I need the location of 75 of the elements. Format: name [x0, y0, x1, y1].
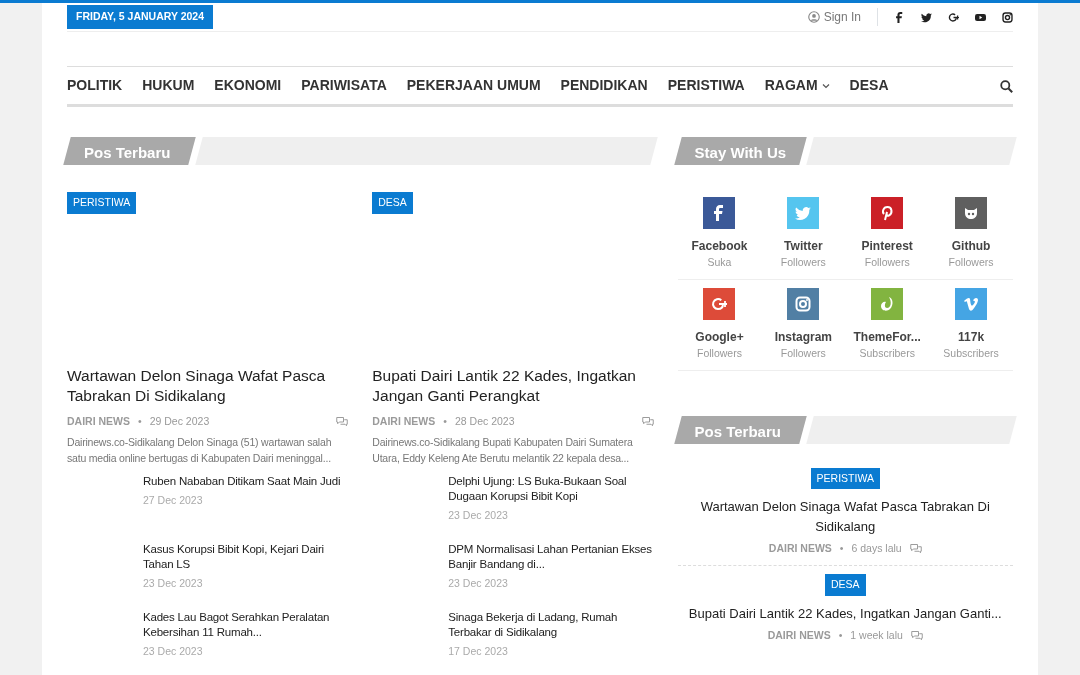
post-title[interactable]: Kades Lau Bagot Serahkan Peralatan Kebersihan 11 Rumah... — [143, 609, 349, 640]
post-title[interactable]: Sinaga Bekerja di Ladang, Rumah Terbakar di Sidikalang — [448, 609, 654, 640]
post-date: 23 Dec 2023 — [448, 507, 509, 523]
github-icon[interactable] — [955, 197, 988, 229]
nav-link[interactable]: RAGAM — [754, 75, 840, 96]
comment-icon[interactable] — [641, 415, 654, 428]
user-icon — [807, 11, 820, 23]
bullet-dot: • — [838, 627, 843, 643]
post-date: 23 Dec 2023 — [143, 643, 204, 659]
nav-link[interactable]: PEKERJAAN UMUM — [396, 75, 551, 96]
post-title[interactable]: Kasus Korupsi Bibit Kopi, Kejari Dairi Tahan LS — [143, 541, 349, 572]
post-date: 27 Dec 2023 — [143, 492, 204, 508]
twitter-icon[interactable] — [921, 11, 932, 23]
pinterest-icon[interactable] — [871, 197, 904, 229]
post-date: 29 Dec 2023 — [149, 413, 210, 429]
comment-icon[interactable] — [910, 629, 923, 642]
social-name: ThemeFor... — [853, 328, 921, 346]
post-date: 23 Dec 2023 — [448, 575, 509, 591]
social-name: Pinterest — [861, 238, 913, 255]
nav-link[interactable]: PERISTIWA — [657, 75, 755, 96]
social-name: Instagram — [774, 328, 832, 346]
bullet-dot: • — [839, 541, 844, 557]
category-label[interactable]: PERISTIWA — [810, 467, 880, 490]
post-date: 28 Dec 2023 — [454, 413, 515, 429]
social-label: Followers — [780, 345, 826, 361]
post-title[interactable]: Wartawan Delon Sinaga Wafat Pasca Tabrakan Di Sidikalang — [67, 365, 349, 406]
date-label: FRIDAY, 5 JANUARY 2024 — [67, 5, 213, 29]
category-label[interactable]: DESA — [824, 574, 866, 596]
post-title[interactable]: Delphi Ujung: LS Buka-Bukaan Soal Dugaan Korupsi Bibit Kopi — [448, 473, 654, 504]
instagram-icon[interactable] — [1002, 11, 1013, 23]
social-name: Github — [951, 238, 991, 255]
section-title: Stay With Us — [694, 143, 787, 163]
post-title[interactable]: DPM Normalisasi Lahan Pertanian Ekses Banjir Bandang di... — [448, 541, 654, 572]
post-title[interactable]: Bupati Dairi Lantik 22 Kades, Ingatkan Jangan Ganti Perangkat — [372, 365, 654, 406]
nav-link[interactable]: PARIWISATA — [291, 75, 397, 96]
nav-link[interactable]: HUKUM — [132, 75, 205, 96]
social-label: Followers — [697, 345, 742, 361]
bullet-dot: • — [443, 413, 447, 429]
vimeo-icon[interactable] — [955, 287, 988, 320]
section-title: Pos Terbaru — [84, 143, 171, 163]
nav-link[interactable]: EKONOMI — [204, 75, 292, 96]
social-label: Followers — [948, 255, 994, 270]
sign-in-link[interactable]: Sign In — [807, 8, 878, 26]
facebook-icon[interactable] — [894, 11, 905, 23]
social-label: Subscribers — [859, 345, 915, 361]
section-title: Pos Terbaru — [694, 421, 781, 442]
social-name: 117k — [958, 328, 985, 346]
social-name: Twitter — [784, 238, 823, 255]
social-label: Suka — [707, 255, 732, 270]
post-excerpt: Dairinews.co-Sidikalang Bupati Kabupaten Dairi Sumatera Utara, Eddy Keleng Ate Berutu melantik 22 kepala desa... — [372, 434, 634, 466]
social-name: Facebook — [691, 238, 748, 255]
category-label[interactable]: PERISTIWA — [67, 192, 137, 214]
nav-link[interactable]: DESA — [839, 75, 899, 96]
post-title[interactable]: Ruben Nababan Ditikam Saat Main Judi — [143, 473, 341, 489]
post-time: 1 week lalu — [850, 627, 903, 643]
category-label[interactable]: DESA — [372, 192, 413, 214]
social-label: Followers — [780, 255, 826, 270]
post-title[interactable]: Wartawan Delon Sinaga Wafat Pasca Tabrakan Di Sidikalang — [677, 497, 1013, 538]
googleplus-icon[interactable] — [948, 11, 959, 23]
comment-icon[interactable] — [336, 415, 349, 428]
post-date: 17 Dec 2023 — [448, 643, 509, 659]
search-icon[interactable] — [1000, 79, 1013, 93]
nav-link[interactable]: POLITIK — [57, 75, 133, 96]
post-excerpt: Dairinews.co-Sidikalang Delon Sinaga (51) wartawan salah satu media online bertugas di Kabupaten Dairi meninggal... — [67, 434, 333, 466]
social-name: Google+ — [695, 328, 744, 346]
post-date: 23 Dec 2023 — [143, 575, 204, 591]
social-label: Followers — [864, 255, 910, 270]
comment-icon[interactable] — [909, 543, 922, 556]
bullet-dot: • — [138, 413, 142, 429]
facebook-icon[interactable] — [703, 197, 736, 229]
post-title[interactable]: Bupati Dairi Lantik 22 Kades, Ingatkan Jangan Ganti... — [688, 603, 1002, 624]
post-time: 6 days lalu — [851, 541, 902, 557]
nav-link[interactable]: PENDIDIKAN — [550, 75, 658, 96]
youtube-icon[interactable] — [975, 11, 986, 23]
social-label: Subscribers — [943, 345, 999, 361]
